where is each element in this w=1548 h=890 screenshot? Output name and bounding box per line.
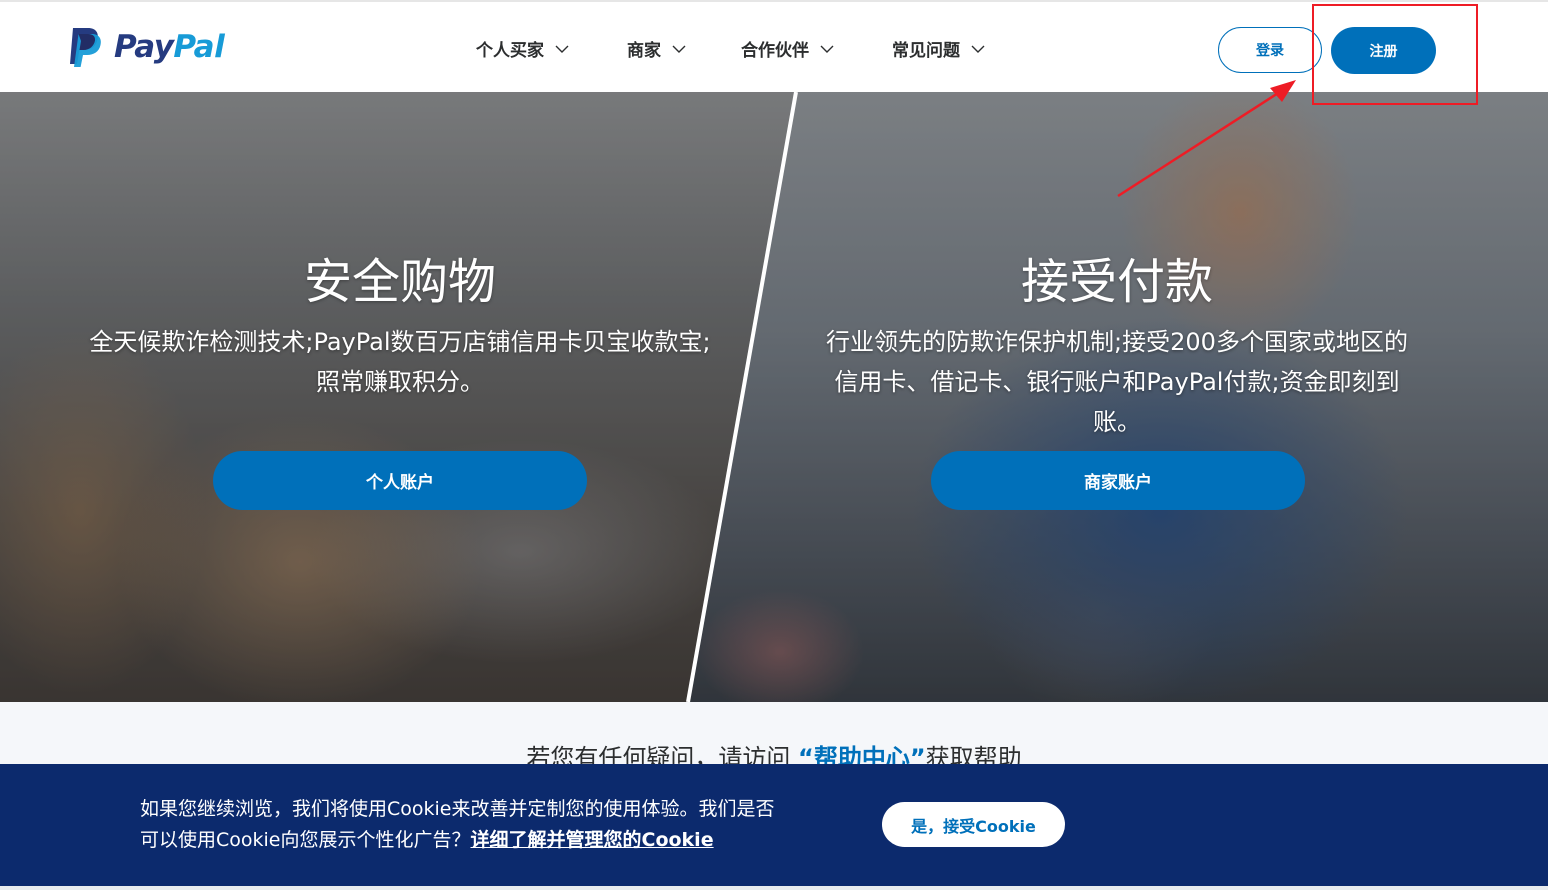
paypal-p-logo-icon: [70, 28, 101, 67]
panel-title: 安全购物: [303, 254, 496, 310]
paypal-wordmark: PayPal: [114, 28, 225, 65]
chevron-down-icon: [971, 45, 985, 53]
panel-description: 行业领先的防欺诈保护机制;接受200多个国家或地区的 信用卡、借记卡、银行账户和…: [760, 322, 1474, 442]
chevron-down-icon: [820, 45, 834, 53]
chevron-down-icon: [555, 45, 569, 53]
cookie-message-text: 可以使用Cookie向您展示个性化广告？: [140, 829, 471, 851]
panel-description-line: 照常赚取积分。: [316, 368, 484, 396]
paypal-logo[interactable]: PayPal: [66, 26, 225, 68]
nav-label: 商家: [627, 41, 661, 61]
panel-description-line: 行业领先的防欺诈保护机制;接受200多个国家或地区的: [826, 328, 1408, 356]
cookie-message-line2: 可以使用Cookie向您展示个性化广告？详细了解并管理您的Cookie: [140, 825, 840, 856]
cookie-banner: 如果您继续浏览，我们将使用Cookie来改善并定制您的使用体验。我们是否 可以使…: [0, 764, 1548, 886]
accept-cookies-button[interactable]: 是，接受Cookie: [882, 802, 1065, 847]
panel-description-line: 信用卡、借记卡、银行账户和PayPal付款;资金即刻到: [834, 368, 1400, 396]
hero-section: 安全购物 全天候欺诈检测技术;PayPal数百万店铺信用卡贝宝收款宝; 照常赚取…: [0, 92, 1548, 702]
login-button[interactable]: 登录: [1218, 27, 1322, 73]
logo-text-pay: Pay: [114, 28, 174, 65]
cookie-message: 如果您继续浏览，我们将使用Cookie来改善并定制您的使用体验。我们是否 可以使…: [140, 794, 840, 856]
nav-item-faq[interactable]: 常见问题: [892, 36, 986, 61]
chevron-down-icon: [672, 45, 686, 53]
nav-item-personal[interactable]: 个人买家: [476, 36, 570, 61]
nav-item-partners[interactable]: 合作伙伴: [741, 36, 835, 61]
logo-text-pal: Pal: [173, 28, 225, 65]
cookie-message-line: 如果您继续浏览，我们将使用Cookie来改善并定制您的使用体验。我们是否: [140, 798, 775, 820]
panel-description-line: 账。: [1093, 408, 1141, 436]
nav-label: 常见问题: [892, 41, 960, 61]
bottom-edge: [0, 886, 1548, 890]
business-account-button[interactable]: 商家账户: [931, 451, 1305, 510]
manage-cookies-link[interactable]: 详细了解并管理您的Cookie: [471, 829, 714, 851]
personal-account-button[interactable]: 个人账户: [213, 451, 587, 510]
panel-description: 全天候欺诈检测技术;PayPal数百万店铺信用卡贝宝收款宝; 照常赚取积分。: [0, 322, 800, 402]
nav-label: 个人买家: [476, 41, 544, 61]
panel-description-line: 全天候欺诈检测技术;PayPal数百万店铺信用卡贝宝收款宝;: [89, 328, 711, 356]
nav-label: 合作伙伴: [741, 41, 809, 61]
panel-title: 接受付款: [1020, 254, 1213, 310]
signup-button[interactable]: 注册: [1331, 27, 1436, 74]
nav-item-business[interactable]: 商家: [627, 36, 687, 61]
site-header: PayPal 个人买家 商家 合作伙伴 常见问题 登录 注册: [0, 0, 1548, 92]
help-strip: 若您有任何疑问，请访问 “帮助中心”获取帮助: [0, 702, 1548, 772]
